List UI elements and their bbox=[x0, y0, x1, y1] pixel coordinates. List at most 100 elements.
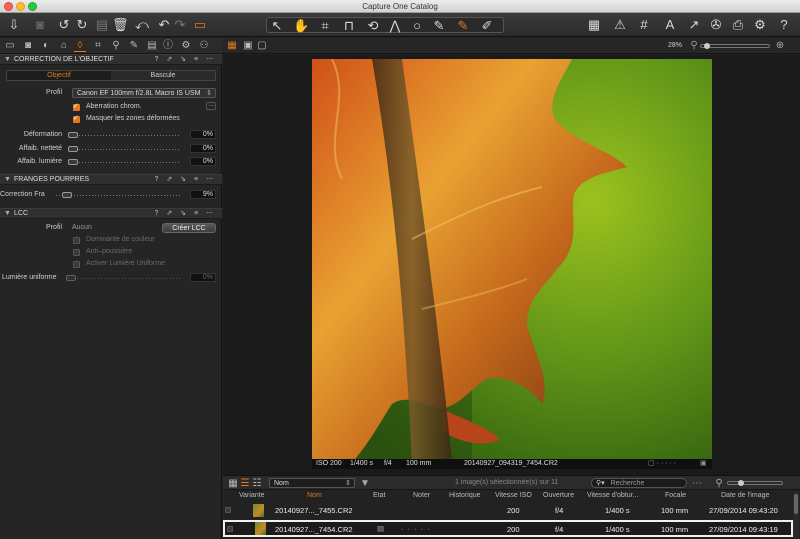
info-rating-icon[interactable]: ▢ · · · · · bbox=[648, 459, 676, 469]
lcc-header[interactable]: ▼ LCC ? ⇗ ⇘ ≡ ⋯ bbox=[0, 208, 222, 219]
list-browser-icon[interactable]: ☰ bbox=[239, 478, 251, 490]
person-icon[interactable]: ⚲ bbox=[688, 40, 700, 52]
library-tab-icon[interactable]: ▭ bbox=[4, 40, 16, 52]
grid-view-icon[interactable]: ▣ bbox=[242, 40, 254, 52]
lens-correction-header[interactable]: ▼ CORRECTION DE L'OBJECTIF ? ⇗ ⇘ ≡ ⋯ bbox=[0, 54, 222, 65]
zoom-in-icon[interactable]: ⊕ bbox=[774, 40, 786, 52]
print-icon[interactable]: ⎙ bbox=[730, 17, 746, 33]
light-falloff-value[interactable]: 0% bbox=[190, 157, 216, 166]
sort-direction-icon[interactable]: ▼ bbox=[359, 478, 371, 490]
tab-objectif[interactable]: Objectif bbox=[7, 71, 111, 80]
color-cast-checkbox[interactable] bbox=[73, 237, 80, 244]
annotate-icon[interactable]: ✐ bbox=[479, 18, 495, 34]
crop-tab-icon[interactable]: ⌗ bbox=[92, 40, 104, 52]
col-shutter[interactable]: Vitesse d'obtur... bbox=[587, 491, 638, 501]
thumb-size-slider[interactable] bbox=[727, 480, 783, 486]
create-lcc-button[interactable]: Créer LCC bbox=[162, 223, 216, 233]
col-name[interactable]: Nom bbox=[307, 491, 322, 501]
crop-cursor-icon[interactable]: ⌗ bbox=[317, 18, 333, 34]
hide-distorted-checkbox[interactable] bbox=[73, 114, 80, 123]
reset-icon[interactable]: ⤺ bbox=[134, 17, 150, 33]
copy-apply-icon[interactable]: ▭ bbox=[192, 17, 208, 33]
details-tab-icon[interactable]: ⚲ bbox=[110, 40, 122, 52]
keystone-icon[interactable]: ⊓ bbox=[341, 18, 357, 34]
info-color-tag-icon[interactable]: ▣ bbox=[700, 459, 707, 469]
process-icon[interactable]: ✇ bbox=[708, 17, 724, 33]
import-icon[interactable]: ⇩ bbox=[6, 17, 22, 33]
pan-icon[interactable]: ✋ bbox=[293, 18, 309, 34]
straighten-icon[interactable]: ⋀ bbox=[387, 18, 403, 34]
leaf-photo[interactable] bbox=[312, 59, 712, 463]
col-rating[interactable]: Noter bbox=[413, 491, 430, 501]
row-select-checkbox[interactable] bbox=[227, 526, 233, 532]
help-icon[interactable]: ? bbox=[776, 17, 792, 33]
more-options-button[interactable]: … bbox=[206, 102, 216, 110]
fringe-knob[interactable] bbox=[62, 192, 72, 198]
lens-profile-select[interactable]: Canon EF 100mm f/2.8L Macro IS USM ⇕ bbox=[72, 88, 216, 98]
row-rating[interactable]: · · · · · bbox=[401, 524, 431, 533]
move-icon[interactable]: ▤ bbox=[94, 17, 110, 33]
close-window-button[interactable] bbox=[4, 2, 13, 11]
sharpness-falloff-value[interactable]: 0% bbox=[190, 144, 216, 153]
section-controls-icon[interactable]: ? ⇗ ⇘ ≡ ⋯ bbox=[155, 209, 217, 219]
single-view-icon[interactable]: ▢ bbox=[256, 40, 268, 52]
image-viewer[interactable] bbox=[223, 55, 800, 475]
sharpness-falloff-slider[interactable] bbox=[70, 149, 180, 150]
rotate-left-icon[interactable]: ↺ bbox=[56, 17, 72, 33]
section-controls-icon[interactable]: ? ⇗ ⇘ ≡ ⋯ bbox=[155, 175, 217, 185]
light-falloff-slider[interactable] bbox=[70, 162, 180, 163]
chromatic-aberration-checkbox[interactable] bbox=[73, 102, 80, 111]
uniform-light-slider[interactable] bbox=[68, 278, 180, 279]
undo-icon[interactable]: ↶ bbox=[156, 17, 172, 33]
grid-browser-icon[interactable]: ▦ bbox=[227, 478, 239, 490]
trash-icon[interactable]: 🗑 bbox=[112, 17, 129, 33]
lens-tab-icon[interactable]: ◊ bbox=[74, 40, 86, 52]
purple-fringe-header[interactable]: ▼ FRANGES POURPRES ? ⇗ ⇘ ≡ ⋯ bbox=[0, 174, 222, 185]
redo-icon[interactable]: ↷ bbox=[172, 17, 188, 33]
output-tab-icon[interactable]: ⚙ bbox=[180, 40, 192, 52]
zoom-window-button[interactable] bbox=[28, 2, 37, 11]
col-variant[interactable]: Variante bbox=[239, 491, 265, 501]
zoom-slider[interactable] bbox=[700, 43, 770, 49]
fringe-value[interactable]: 9% bbox=[190, 190, 216, 199]
multi-view-icon[interactable]: ▦ bbox=[226, 40, 238, 52]
person-icon[interactable]: ⚲ bbox=[713, 478, 725, 490]
dust-checkbox[interactable] bbox=[73, 249, 80, 256]
light-falloff-knob[interactable] bbox=[68, 159, 78, 165]
sort-select[interactable]: Nom ⇕ bbox=[269, 478, 355, 488]
layout-icon[interactable]: ▦ bbox=[586, 17, 602, 33]
batch-tab-icon[interactable]: ⚇ bbox=[198, 40, 210, 52]
uniform-light-knob[interactable] bbox=[66, 275, 76, 281]
adjust-tab-icon[interactable]: ✎ bbox=[128, 40, 140, 52]
sharpness-falloff-knob[interactable] bbox=[68, 146, 78, 152]
gear-icon[interactable]: ⚙ bbox=[752, 17, 768, 33]
fringe-slider[interactable] bbox=[56, 195, 180, 196]
section-controls-icon[interactable]: ? ⇗ ⇘ ≡ ⋯ bbox=[155, 55, 217, 65]
brush-icon[interactable]: ✎ bbox=[431, 18, 447, 34]
select-cursor-icon[interactable]: ↖ bbox=[269, 18, 285, 34]
export-icon[interactable]: ↗ bbox=[686, 17, 702, 33]
col-history[interactable]: Historique bbox=[449, 491, 481, 501]
color-tab-icon[interactable]: ◐ bbox=[40, 40, 52, 52]
rotate-cursor-icon[interactable]: ⟲ bbox=[365, 18, 381, 34]
col-date[interactable]: Date de l'image bbox=[721, 491, 769, 501]
col-state[interactable]: Etat bbox=[373, 491, 385, 501]
tab-bascule[interactable]: Bascule bbox=[111, 71, 215, 80]
grid-icon[interactable]: # bbox=[636, 17, 652, 33]
capture-tab-icon[interactable]: ◙ bbox=[22, 40, 34, 52]
spot-icon[interactable]: ○ bbox=[409, 18, 425, 34]
table-row-selected[interactable]: 20140927..._7454.CR2 ▤ · · · · · 200 f/4… bbox=[223, 520, 793, 537]
col-focal[interactable]: Focale bbox=[665, 491, 686, 501]
rotate-right-icon[interactable]: ↻ bbox=[74, 17, 90, 33]
more-search-icon[interactable]: ⋯ bbox=[691, 478, 703, 490]
text-icon[interactable]: A bbox=[662, 17, 678, 33]
distortion-slider[interactable] bbox=[70, 135, 180, 136]
col-aperture[interactable]: Ouverture bbox=[543, 491, 574, 501]
info-tab-icon[interactable]: ⓘ bbox=[162, 40, 174, 52]
metadata-tab-icon[interactable]: ▤ bbox=[146, 40, 158, 52]
table-row[interactable]: 20140927..._7455.CR2 200 f/4 1/400 s 100… bbox=[223, 503, 793, 518]
uniform-light-value[interactable]: 0% bbox=[190, 273, 216, 282]
row-select-checkbox[interactable] bbox=[225, 507, 231, 513]
exposure-tab-icon[interactable]: ⌂ bbox=[58, 40, 70, 52]
color-picker-icon[interactable]: ✎ bbox=[455, 18, 471, 34]
